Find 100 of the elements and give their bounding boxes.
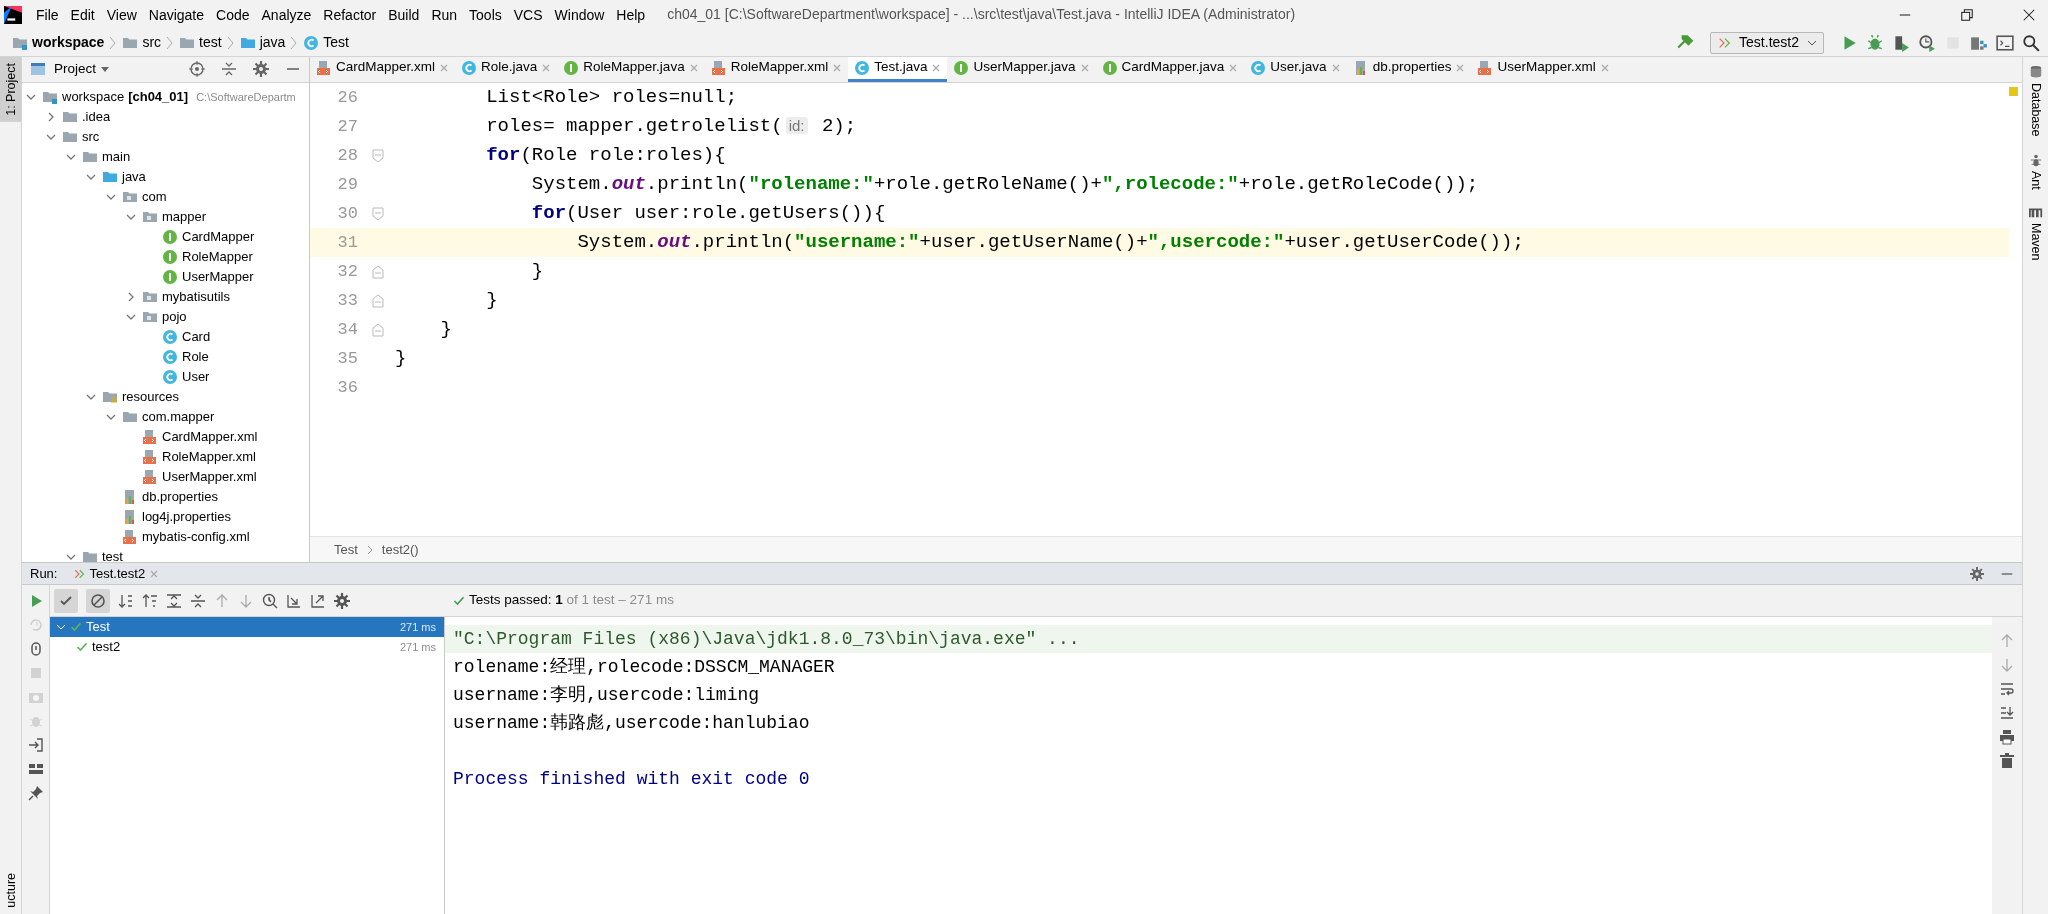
tool-window-tab[interactable]: Maven (2026, 205, 2045, 261)
tree-item[interactable]: CardMapper (22, 226, 309, 247)
print-icon[interactable] (1999, 729, 2015, 745)
restore-icon[interactable] (1960, 7, 1974, 22)
collapse-all-icon[interactable] (190, 592, 206, 609)
test-tree-item[interactable]: test2 271 ms (50, 637, 444, 657)
tree-item[interactable]: .idea (22, 106, 309, 127)
filter-toggle[interactable] (86, 588, 110, 613)
tree-item[interactable]: UserMapper (22, 266, 309, 287)
breadcrumb-item[interactable]: java (235, 32, 290, 53)
menu-item[interactable]: Analyze (255, 4, 318, 25)
pin-icon[interactable] (27, 785, 44, 801)
settings-icon[interactable] (334, 592, 350, 609)
class-icon (162, 328, 178, 345)
menu-item[interactable]: Tools (463, 4, 508, 25)
class-icon (162, 348, 178, 365)
tree-item[interactable]: UserMapper.xml (22, 466, 309, 487)
soft-wrap-icon[interactable] (1999, 681, 2015, 697)
layout-icon[interactable] (27, 761, 44, 777)
menu-item[interactable]: Navigate (142, 4, 211, 25)
run-config-dropdown[interactable]: Test.test2 (1710, 31, 1824, 54)
view-selector[interactable]: Project (54, 59, 111, 80)
tree-item[interactable]: Role (22, 346, 309, 367)
settings-icon[interactable] (253, 61, 269, 78)
tree-item[interactable]: test (22, 546, 309, 562)
settings-icon[interactable] (1970, 566, 1984, 581)
filter-toggle[interactable] (54, 588, 78, 613)
tree-item[interactable]: log4j.properties (22, 506, 309, 527)
debug-bug-icon[interactable] (1866, 33, 1884, 52)
menu-item[interactable]: File (30, 4, 65, 25)
menu-item[interactable]: VCS (507, 4, 549, 25)
tree-item[interactable]: pojo (22, 306, 309, 327)
editor-tab[interactable]: Test.java (848, 57, 948, 82)
close-icon[interactable] (2022, 7, 2036, 22)
breadcrumb-item[interactable]: test2() (381, 539, 419, 560)
import-icon[interactable] (286, 592, 302, 609)
xml-file-icon (316, 59, 332, 76)
history-icon[interactable] (262, 592, 278, 609)
editor-tab[interactable]: RoleMapper.java (557, 57, 705, 82)
editor-tab[interactable]: CardMapper.java (1095, 57, 1245, 82)
tree-item[interactable]: java (22, 166, 309, 187)
tool-window-tab[interactable]: Database (2026, 65, 2045, 137)
tree-item[interactable]: com (22, 186, 309, 207)
terminal-icon[interactable] (1996, 33, 2014, 52)
code-line: } (530, 259, 544, 285)
editor-tab[interactable]: Role.java (455, 57, 558, 82)
menu-item[interactable]: Run (425, 4, 464, 25)
tree-item[interactable]: main (22, 146, 309, 167)
run-tab[interactable]: Test.test2 (73, 563, 160, 584)
tree-item[interactable]: Card (22, 326, 309, 347)
tree-item[interactable]: workspace [ch04_01] C:\SoftwareDepartm (22, 86, 309, 107)
exit-icon[interactable] (27, 737, 44, 753)
tool-window-tab[interactable]: 1: Project (0, 57, 21, 122)
tree-item[interactable]: resources (22, 386, 309, 407)
editor-tab[interactable]: User.java (1244, 57, 1347, 82)
warning-marker-icon[interactable] (2009, 87, 2018, 96)
tree-item[interactable]: RoleMapper (22, 246, 309, 267)
tool-window-tab[interactable]: Ant (2026, 152, 2045, 190)
tree-item[interactable]: RoleMapper.xml (22, 446, 309, 467)
sort-duration-icon[interactable] (142, 592, 158, 609)
editor-tab[interactable]: UserMapper.xml (1471, 57, 1616, 82)
expand-all-icon[interactable] (166, 592, 182, 609)
breadcrumb-item[interactable]: src (118, 32, 166, 53)
breadcrumb-item[interactable]: Test (299, 32, 353, 53)
editor-tab[interactable]: UserMapper.java (947, 57, 1096, 82)
menu-item[interactable]: Window (548, 4, 611, 25)
menu-item[interactable]: Build (382, 4, 426, 25)
coverage-icon[interactable] (1892, 33, 1910, 52)
tool-window-tab[interactable]: ucture (0, 867, 21, 914)
menu-item[interactable]: Code (210, 4, 256, 25)
menu-item[interactable]: Help (610, 4, 652, 25)
tree-item[interactable]: mapper (22, 206, 309, 227)
tree-item[interactable]: mybatisutils (22, 286, 309, 307)
test-tree-item[interactable]: Test 271 ms (50, 617, 444, 637)
menu-item[interactable]: Refactor (317, 4, 383, 25)
tree-item[interactable]: com.mapper (22, 406, 309, 427)
editor-tab[interactable]: CardMapper.xml (310, 57, 456, 82)
tree-item[interactable]: db.properties (22, 486, 309, 507)
collapse-all-icon[interactable] (221, 61, 237, 78)
breadcrumb-item[interactable]: test (175, 32, 226, 53)
profiler-icon[interactable] (1918, 33, 1936, 52)
export-icon[interactable] (310, 592, 326, 609)
menu-item[interactable]: Edit (64, 4, 101, 25)
tree-item[interactable]: CardMapper.xml (22, 426, 309, 447)
tree-item[interactable]: mybatis-config.xml (22, 526, 309, 547)
scroll-to-end-icon[interactable] (1999, 705, 2015, 721)
tree-item[interactable]: User (22, 366, 309, 387)
chevron-right-icon (365, 544, 374, 555)
editor-tab[interactable]: db.properties (1346, 57, 1472, 82)
menu-item[interactable]: View (100, 4, 143, 25)
locate-icon[interactable] (189, 61, 205, 78)
sort-alpha-icon[interactable] (118, 592, 134, 609)
line-number: 33 (336, 289, 359, 312)
console-line: username:韩路彪,usercode:hanlubiao (452, 712, 811, 735)
trash-icon[interactable] (1999, 753, 2015, 769)
editor-tab[interactable]: RoleMapper.xml (704, 57, 849, 82)
breadcrumb-item[interactable]: workspace (8, 32, 109, 53)
breadcrumb-item[interactable]: Test (334, 539, 358, 560)
tree-item[interactable]: src (22, 126, 309, 147)
search-icon[interactable] (2022, 33, 2040, 52)
